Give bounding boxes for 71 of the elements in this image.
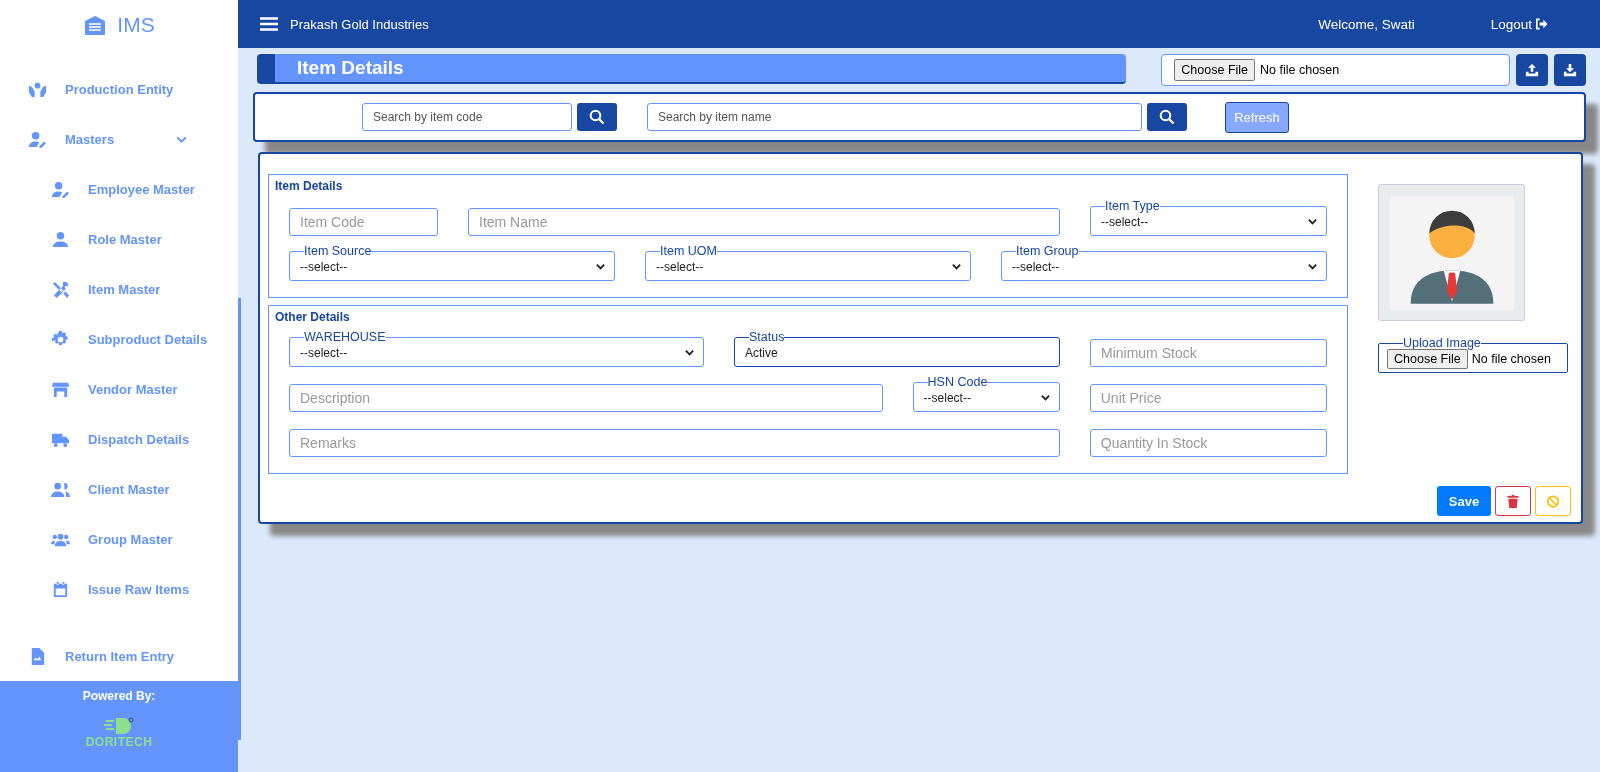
delete-button[interactable] (1495, 486, 1531, 516)
refresh-button[interactable]: Refresh (1225, 101, 1289, 133)
chevron-down-icon (1307, 216, 1318, 227)
company-name: Prakash Gold Industries (290, 16, 429, 32)
logout-icon (1535, 18, 1548, 30)
tools-icon (51, 279, 70, 299)
select-field[interactable]: Item UOM --select-- (645, 245, 971, 281)
sidebar-subitem[interactable]: Vendor Master (0, 364, 238, 415)
sidebar-subitem[interactable]: Client Master (0, 464, 238, 515)
text-field[interactable]: Remarks (289, 429, 1060, 457)
select-field[interactable]: Item Source --select-- (289, 245, 615, 281)
text-field[interactable]: Unit Price (1089, 384, 1327, 412)
choose-file-button[interactable]: Choose File (1387, 349, 1468, 369)
upload-button[interactable] (1516, 54, 1549, 86)
upload-icon (1525, 63, 1540, 77)
text-field[interactable]: Minimum Stock (1090, 339, 1327, 367)
text-field[interactable]: Item Name (468, 208, 1060, 236)
powered-by-caption: Powered By: (82, 689, 156, 704)
file-input[interactable]: Choose File No file chosen (1161, 54, 1511, 86)
menu-icon[interactable] (260, 17, 278, 31)
sidebar-subitem[interactable]: Group Master (0, 514, 238, 565)
app-logo: IMS (117, 12, 155, 37)
chevron-down-icon (1039, 392, 1051, 403)
sidebar-subitem[interactable]: Dispatch Details (0, 414, 238, 465)
file-status: No file chosen (1260, 63, 1340, 77)
chevron-down-icon (595, 261, 606, 272)
search-icon (589, 109, 605, 125)
select-field[interactable]: HSN Code --select-- (912, 376, 1060, 412)
welcome-text: Welcome, Swati (1318, 16, 1415, 32)
company-logo: DORITECH (85, 735, 153, 750)
user-icon (51, 229, 70, 249)
text-field[interactable]: Description (289, 384, 883, 412)
ban-icon (1546, 493, 1560, 509)
download-icon (1563, 63, 1577, 77)
chevron-down-icon (684, 347, 695, 358)
select-field[interactable]: WAREHOUSE --select-- (289, 331, 704, 367)
sidebar-subitem[interactable]: Item Master (0, 264, 238, 315)
search-field[interactable]: Search by item code (362, 103, 572, 131)
text-field[interactable]: Item Code (289, 208, 438, 236)
search-button[interactable] (577, 103, 617, 131)
search-field[interactable]: Search by item name (647, 103, 1142, 131)
section-title: Item Details (275, 179, 344, 193)
sidebar-subitem[interactable]: Employee Master (0, 164, 238, 215)
chevron-down-icon (951, 261, 962, 272)
input-field[interactable]: Status Active (734, 331, 1060, 367)
trash-icon (1506, 493, 1520, 509)
sidebar-subitem[interactable]: Subproduct Details (0, 314, 238, 365)
text-field[interactable]: Quantity In Stock (1089, 429, 1327, 457)
sidebar-subitem[interactable]: Role Master (0, 214, 238, 265)
page-title: Item Details (297, 57, 404, 79)
sidebar-subitem[interactable]: Issue Raw Items (0, 564, 238, 615)
section-title: Other Details (275, 310, 351, 324)
choose-file-button[interactable]: Choose File (1174, 59, 1256, 81)
sidebar-item[interactable]: Return Item Entry (0, 631, 238, 682)
d-logo-icon (104, 717, 134, 736)
sidebar-item[interactable]: Masters (0, 114, 238, 165)
search-button[interactable] (1147, 103, 1187, 131)
logout-link[interactable]: Logout (1490, 16, 1548, 32)
select-field[interactable]: Item Group --select-- (1001, 245, 1327, 281)
warehouse-icon (83, 14, 108, 35)
sidebar-item[interactable]: Production Entity (0, 64, 238, 115)
user-edit-icon (51, 179, 70, 199)
select-field[interactable]: Item Type --select-- (1090, 200, 1327, 236)
save-button[interactable]: Save (1437, 486, 1491, 516)
search-icon (1159, 109, 1175, 125)
upload-image-field[interactable]: Upload Image Choose File No file chosen (1378, 337, 1568, 373)
chevron-down-icon (1307, 261, 1318, 272)
download-button[interactable] (1554, 54, 1586, 86)
file-status: No file chosen (1471, 352, 1551, 366)
calendar-icon (51, 579, 70, 599)
user-edit-icon (28, 129, 47, 149)
